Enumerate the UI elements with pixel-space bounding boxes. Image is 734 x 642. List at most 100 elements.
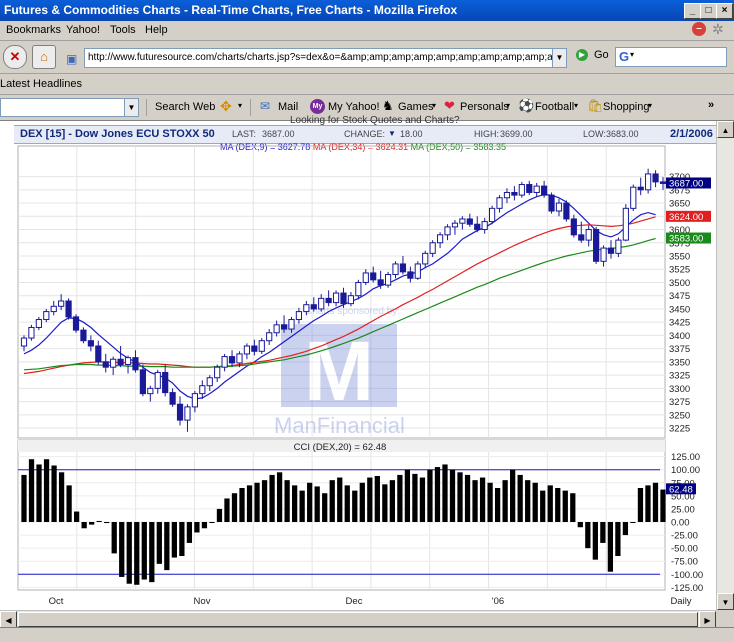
- cci-bar: [81, 522, 87, 529]
- error-icon[interactable]: –: [692, 22, 706, 36]
- candle-body: [511, 191, 518, 196]
- candle-body: [117, 358, 124, 366]
- search-web-button[interactable]: Search Web: [155, 101, 215, 113]
- cci-bar: [276, 472, 283, 522]
- shopping-dropdown-icon[interactable]: ▾: [648, 101, 652, 110]
- home-icon[interactable]: ⌂: [32, 45, 56, 69]
- candle-body: [214, 366, 221, 379]
- personals-button[interactable]: Personals: [460, 101, 509, 113]
- price-tick-label: 3650: [669, 199, 690, 210]
- cci-bar: [592, 522, 598, 560]
- candle-body: [459, 218, 466, 224]
- candle-body: [124, 357, 132, 366]
- menu-bookmarks[interactable]: Bookmarks: [6, 24, 61, 36]
- cci-tick-label: 125.00: [671, 452, 700, 463]
- candle-body: [303, 304, 310, 313]
- candle-body: [399, 263, 407, 273]
- scroll-right-arrow[interactable]: ▶: [699, 611, 716, 628]
- personals-dropdown-icon[interactable]: ▾: [506, 101, 510, 110]
- cci-bar: [269, 474, 275, 522]
- cci-bar: [261, 480, 268, 522]
- cci-bar: [374, 475, 380, 522]
- highlight-icon[interactable]: ✥: [220, 98, 232, 115]
- cci-bar: [532, 482, 538, 522]
- price-tick-label: 3350: [669, 357, 690, 368]
- cci-bar: [412, 473, 418, 522]
- football-dropdown-icon[interactable]: ▾: [574, 101, 578, 110]
- cci-bar: [239, 488, 245, 522]
- go-button[interactable]: Go: [594, 49, 609, 61]
- cci-bar: [570, 493, 576, 522]
- cci-bar: [164, 522, 170, 571]
- cci-title: CCI (DEX,20) = 62.48: [294, 442, 387, 453]
- maximize-button[interactable]: □: [700, 3, 717, 19]
- minimize-button[interactable]: _: [684, 3, 701, 19]
- highlight-dropdown-icon[interactable]: ▾: [238, 101, 242, 110]
- horizontal-scrollbar[interactable]: ◀ ▶: [0, 610, 716, 628]
- cci-tick-label: 100.00: [671, 465, 700, 476]
- cci-bar: [427, 469, 433, 522]
- cci-bar: [547, 485, 553, 522]
- latest-headlines-bookmark[interactable]: Latest Headlines: [0, 78, 82, 90]
- games-button[interactable]: Games: [398, 101, 433, 113]
- candle-body: [72, 316, 80, 331]
- menu-help[interactable]: Help: [145, 24, 168, 36]
- cci-bar: [126, 522, 132, 584]
- football-button[interactable]: Football: [535, 101, 574, 113]
- cci-bar: [382, 484, 388, 522]
- cci-bar: [652, 482, 659, 522]
- url-dropdown-button[interactable]: ▼: [552, 48, 567, 68]
- ma50-badge: 3583.00: [669, 234, 703, 245]
- cci-bar: [89, 522, 95, 525]
- shopping-button[interactable]: Shopping: [603, 101, 650, 113]
- cci-bar: [284, 480, 290, 522]
- candle-body: [414, 263, 421, 279]
- candle-body: [362, 272, 369, 283]
- horizontal-scroll-thumb[interactable]: [18, 612, 698, 627]
- games-dropdown-icon[interactable]: ▾: [432, 101, 436, 110]
- throbber-icon: ✲: [712, 21, 724, 37]
- yahoo-search-dropdown[interactable]: ▼: [124, 98, 139, 117]
- google-icon: G: [619, 49, 630, 64]
- close-window-button[interactable]: ×: [716, 3, 733, 19]
- candle-body: [258, 340, 265, 352]
- title-bar: Futures & Commodities Charts - Real-Time…: [0, 0, 734, 21]
- candle-body: [436, 234, 444, 244]
- cci-bar: [246, 485, 253, 522]
- toolbar-overflow-icon[interactable]: »: [708, 99, 714, 111]
- personals-icon: ❤: [444, 98, 455, 113]
- candle-body: [533, 185, 540, 193]
- scroll-left-arrow[interactable]: ◀: [0, 611, 17, 628]
- cci-bar: [525, 480, 531, 522]
- cci-bar: [209, 522, 215, 523]
- scroll-down-arrow[interactable]: ▼: [717, 593, 734, 610]
- candle-body: [659, 181, 667, 184]
- mail-button[interactable]: Mail: [278, 101, 298, 113]
- cci-bar: [36, 464, 42, 522]
- candle-body: [422, 252, 429, 265]
- menu-tools[interactable]: Tools: [110, 24, 136, 36]
- menu-yahoo[interactable]: Yahoo!: [66, 24, 100, 36]
- stop-icon[interactable]: ✕: [3, 45, 27, 69]
- candle-body: [541, 185, 548, 196]
- cci-bar: [314, 486, 320, 522]
- search-engine-dropdown-icon[interactable]: ▾: [630, 50, 634, 59]
- price-tick-label: 3450: [669, 304, 690, 315]
- price-tick-label: 3300: [669, 384, 690, 395]
- search-box[interactable]: G ▾: [615, 47, 727, 67]
- yahoo-search-input[interactable]: [0, 98, 126, 117]
- go-icon[interactable]: ▶: [576, 49, 588, 61]
- scroll-up-arrow[interactable]: ▲: [717, 121, 734, 138]
- cci-bar: [171, 522, 177, 558]
- toolbar-separator: [250, 99, 251, 116]
- candle-body: [392, 263, 399, 276]
- url-input[interactable]: http://www.futuresource.com/charts/chart…: [84, 48, 555, 68]
- vertical-scrollbar[interactable]: ▲ ▼: [716, 121, 734, 610]
- candle-body: [35, 319, 42, 328]
- cci-bar: [141, 522, 147, 580]
- cci-bar: [615, 522, 621, 556]
- x-tick-label: Oct: [49, 596, 64, 607]
- candle-body: [570, 218, 577, 236]
- my-yahoo-button[interactable]: My Yahoo!: [328, 101, 380, 113]
- cci-bar: [442, 464, 448, 522]
